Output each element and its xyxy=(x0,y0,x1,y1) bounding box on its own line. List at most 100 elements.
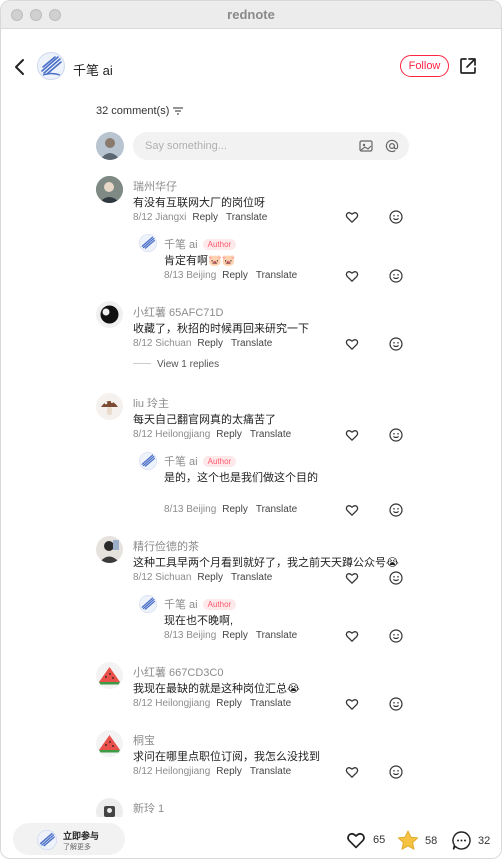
comment-text: 有没有互联网大厂的岗位呀 xyxy=(133,197,265,209)
reply-button[interactable]: Reply xyxy=(216,698,242,709)
comment-meta: 8/12 Heilongjiang Reply Translate xyxy=(133,429,291,440)
like-heart-icon[interactable] xyxy=(345,571,359,585)
mention-icon[interactable] xyxy=(385,139,399,153)
reply-button[interactable]: Reply xyxy=(222,504,248,515)
like-heart-icon[interactable] xyxy=(345,428,359,442)
likes-count: 65 xyxy=(373,834,386,846)
author-reply-avatar-icon[interactable] xyxy=(139,452,157,470)
translate-button[interactable]: Translate xyxy=(250,429,291,440)
reply-button[interactable]: Reply xyxy=(216,429,242,440)
commenter-avatar[interactable] xyxy=(96,301,123,328)
back-arrow-icon[interactable] xyxy=(11,57,29,77)
emoji-reaction-icon[interactable] xyxy=(389,337,403,351)
like-heart-icon[interactable] xyxy=(345,629,359,643)
emoji-reaction-icon[interactable] xyxy=(389,503,403,517)
author-badge: Author xyxy=(202,456,237,467)
reply-button[interactable]: Reply xyxy=(197,338,223,349)
commenter-name[interactable]: 桐宝 xyxy=(133,732,155,748)
comment-meta: 8/12 Jiangxi Reply Translate xyxy=(133,212,267,223)
comments-count-label: 32 comment(s) xyxy=(96,105,170,117)
author-reply-avatar-icon[interactable] xyxy=(139,234,157,252)
emoji-reaction-icon[interactable] xyxy=(389,629,403,643)
like-heart-icon[interactable] xyxy=(345,337,359,351)
comments-count[interactable]: 32 comment(s) xyxy=(96,105,184,117)
my-avatar xyxy=(96,132,124,160)
commenter-avatar[interactable] xyxy=(96,730,123,757)
commenter-name[interactable]: 瑞州华仔 xyxy=(133,178,177,194)
translate-button[interactable]: Translate xyxy=(231,338,272,349)
stars-stat[interactable]: 58 xyxy=(397,830,437,851)
commenter-avatar[interactable] xyxy=(96,393,123,420)
like-heart-icon[interactable] xyxy=(345,269,359,283)
translate-button[interactable]: Translate xyxy=(226,212,267,223)
commenter-avatar[interactable] xyxy=(96,662,123,689)
comment-date-location: 8/12 Jiangxi xyxy=(133,212,187,223)
commenter-name[interactable]: 新玲 1 xyxy=(133,800,164,816)
join-cta-button[interactable]: 立即参与 了解更多 xyxy=(13,823,125,855)
post-header: 千笔 ai Follow xyxy=(1,29,501,105)
commenter-name[interactable]: 精行俭德的茶 xyxy=(133,538,199,554)
brand-logo-icon xyxy=(37,830,57,850)
reply-author-name[interactable]: 千笔 ai xyxy=(164,239,198,251)
reply-author-line: 千笔 ai Author xyxy=(164,596,237,612)
bottom-bar: 立即参与 了解更多 65 58 32 xyxy=(1,817,501,858)
author-reply-avatar-icon[interactable] xyxy=(139,595,157,613)
cta-main-label: 立即参与 xyxy=(63,831,100,841)
translate-button[interactable]: Translate xyxy=(256,270,297,281)
like-heart-icon[interactable] xyxy=(345,503,359,517)
author-badge: Author xyxy=(202,599,237,610)
commenter-name[interactable]: 小红薯 65AFC71D xyxy=(133,304,223,320)
comment-text: 我现在最缺的就是这种岗位汇总😭 xyxy=(133,683,300,695)
heart-icon xyxy=(347,832,365,849)
commenter-avatar[interactable] xyxy=(96,536,123,563)
view-replies-link[interactable]: View 1 replies xyxy=(133,359,219,370)
translate-button[interactable]: Translate xyxy=(250,766,291,777)
reply-button[interactable]: Reply xyxy=(216,766,242,777)
comment-text: 收藏了，秋招的时候再回来研究一下 xyxy=(133,323,309,335)
commenter-avatar[interactable] xyxy=(96,176,123,203)
reply-text: 现在也不晚啊, xyxy=(164,615,234,627)
author-name[interactable]: 千笔 ai xyxy=(73,60,113,79)
comment-text: 求问在哪里点职位订阅，我怎么没找到 xyxy=(133,751,320,763)
emoji-reaction-icon[interactable] xyxy=(389,765,403,779)
comment-input[interactable] xyxy=(145,132,345,160)
reply-author-name[interactable]: 千笔 ai xyxy=(164,456,198,468)
reply-date-location: 8/13 Beijing xyxy=(164,504,217,515)
emoji-reaction-icon[interactable] xyxy=(389,269,403,283)
reply-button[interactable]: Reply xyxy=(222,630,248,641)
likes-stat[interactable]: 65 xyxy=(345,830,385,850)
window-title: rednote xyxy=(227,7,275,22)
reply-date-location: 8/13 Beijing xyxy=(164,630,217,641)
follow-button[interactable]: Follow xyxy=(400,55,449,77)
sort-icon[interactable] xyxy=(173,107,184,115)
image-icon[interactable] xyxy=(359,139,373,153)
share-icon[interactable] xyxy=(459,57,477,75)
like-heart-icon[interactable] xyxy=(345,765,359,779)
emoji-reaction-icon[interactable] xyxy=(389,210,403,224)
translate-button[interactable]: Translate xyxy=(250,698,291,709)
reply-button[interactable]: Reply xyxy=(192,212,218,223)
app-window: rednote 千笔 ai Follow 32 comment(s) Say s… xyxy=(0,0,502,859)
like-heart-icon[interactable] xyxy=(345,210,359,224)
commenter-name[interactable]: liu 玲主 xyxy=(133,395,169,411)
comment-text: 这种工具早两个月看到就好了，我之前天天蹲公众号😭 xyxy=(133,557,399,569)
translate-button[interactable]: Translate xyxy=(231,572,272,583)
emoji-reaction-icon[interactable] xyxy=(389,697,403,711)
emoji-reaction-icon[interactable] xyxy=(389,428,403,442)
author-logo-icon[interactable] xyxy=(37,52,65,80)
reply-button[interactable]: Reply xyxy=(222,270,248,281)
comment-bubble-icon xyxy=(452,831,471,850)
comment-input-box[interactable] xyxy=(133,132,409,160)
like-heart-icon[interactable] xyxy=(345,697,359,711)
translate-button[interactable]: Translate xyxy=(256,630,297,641)
comment-date-location: 8/12 Heilongjiang xyxy=(133,766,211,777)
reply-author-line: 千笔 ai Author xyxy=(164,453,237,469)
reply-author-name[interactable]: 千笔 ai xyxy=(164,599,198,611)
emoji-reaction-icon[interactable] xyxy=(389,571,403,585)
comment-meta: 8/12 Heilongjiang Reply Translate xyxy=(133,698,291,709)
reply-button[interactable]: Reply xyxy=(197,572,223,583)
comments-stat[interactable]: 32 xyxy=(451,830,490,851)
translate-button[interactable]: Translate xyxy=(256,504,297,515)
comment-meta: 8/12 Heilongjiang Reply Translate xyxy=(133,766,291,777)
commenter-name[interactable]: 小红薯 667CD3C0 xyxy=(133,664,223,680)
